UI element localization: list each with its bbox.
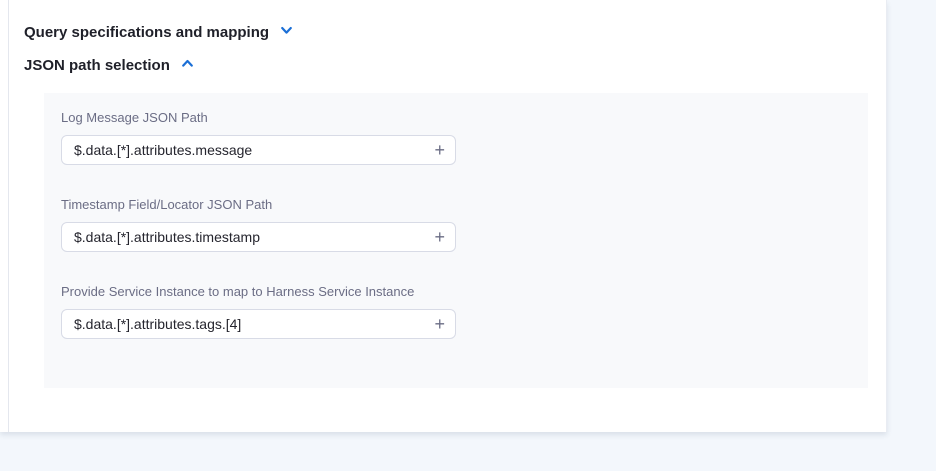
section-title: JSON path selection	[24, 57, 170, 74]
plus-icon[interactable]: +	[426, 315, 445, 333]
field-label: Timestamp Field/Locator JSON Path	[61, 198, 456, 212]
section-title: Query specifications and mapping	[24, 24, 269, 41]
content-card: Query specifications and mapping JSON pa…	[0, 0, 887, 432]
log-message-json-path-input[interactable]	[74, 136, 426, 164]
field-label: Provide Service Instance to map to Harne…	[61, 285, 456, 299]
section-header-json-path-selection[interactable]: JSON path selection	[24, 56, 195, 75]
timestamp-json-path-input[interactable]	[74, 223, 426, 251]
log-message-json-path-input-box[interactable]: +	[61, 135, 456, 165]
service-instance-json-path-input[interactable]	[74, 310, 426, 338]
section-header-query-specifications[interactable]: Query specifications and mapping	[24, 23, 294, 42]
json-path-panel: Log Message JSON Path + Timestamp Field/…	[44, 93, 868, 388]
chevron-up-icon	[180, 56, 195, 75]
left-divider	[8, 0, 9, 432]
field-service-instance-json-path: Provide Service Instance to map to Harne…	[61, 285, 456, 339]
field-label: Log Message JSON Path	[61, 111, 456, 125]
timestamp-json-path-input-box[interactable]: +	[61, 222, 456, 252]
chevron-down-icon	[279, 23, 294, 42]
service-instance-json-path-input-box[interactable]: +	[61, 309, 456, 339]
plus-icon[interactable]: +	[426, 141, 445, 159]
plus-icon[interactable]: +	[426, 228, 445, 246]
field-timestamp-json-path: Timestamp Field/Locator JSON Path +	[61, 198, 456, 252]
field-log-message-json-path: Log Message JSON Path +	[61, 111, 456, 165]
